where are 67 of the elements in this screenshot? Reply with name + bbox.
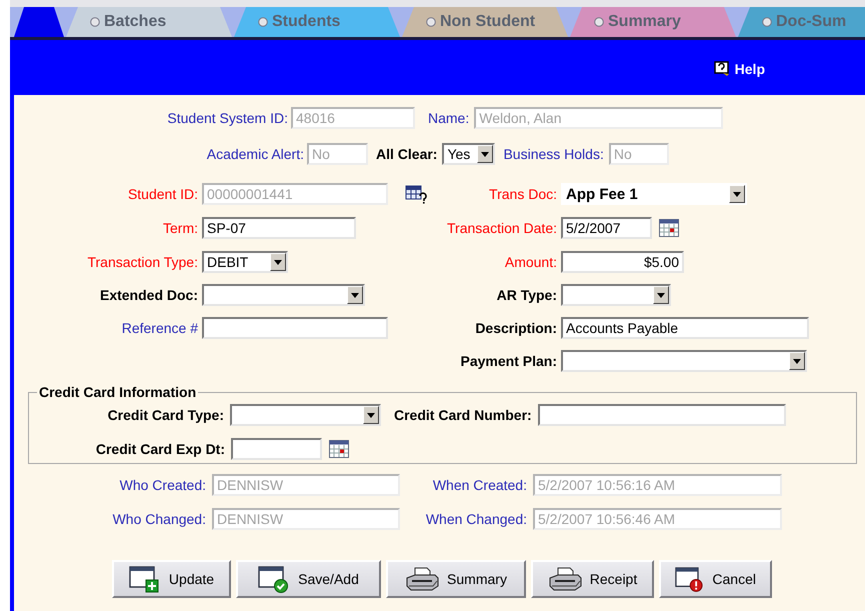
caret-icon (793, 358, 801, 364)
field-label: Description: (474, 320, 557, 336)
caret-icon (657, 292, 665, 298)
caret-icon (351, 292, 359, 298)
bullet-icon (594, 17, 604, 27)
field-label: Trans Doc: (488, 186, 557, 202)
caret-icon (274, 260, 282, 264)
text-field[interactable] (231, 438, 322, 460)
dropdown[interactable]: DEBIT (202, 251, 288, 273)
field-label: AR Type: (496, 287, 557, 303)
printer-icon (405, 566, 440, 592)
field-label: When Changed: (424, 511, 527, 527)
field-label: Student System ID: (166, 110, 288, 126)
field-label: Payment Plan: (460, 353, 557, 369)
field-label: Student ID: (126, 186, 198, 202)
field-label: When Created: (432, 477, 527, 493)
field-label: Term: (162, 220, 198, 236)
field-label: Reference # (120, 320, 198, 336)
text-field[interactable] (538, 404, 786, 426)
caret-icon (733, 192, 741, 196)
action-button[interactable]: Save/Add (236, 560, 381, 598)
calendar-icon[interactable] (329, 440, 349, 458)
calendar-icon[interactable] (659, 219, 679, 237)
tab[interactable]: Non Student (402, 7, 568, 37)
text-field[interactable]: Accounts Payable (561, 317, 809, 339)
bullet-icon (258, 17, 268, 27)
text-field[interactable]: SP-07 (202, 217, 356, 239)
lookup-icon[interactable] (405, 184, 427, 204)
dropdown[interactable]: App Fee 1 (561, 183, 747, 205)
bullet-icon (90, 17, 100, 27)
field-label: All Clear: (376, 146, 438, 162)
printer-icon (548, 566, 582, 592)
field-label: Who Changed: (112, 511, 206, 527)
window-check-icon (258, 565, 290, 593)
text-field[interactable] (202, 317, 388, 339)
dropdown[interactable]: Yes (442, 143, 496, 165)
field-label: Credit Card Number: (394, 407, 532, 423)
field-label: Transaction Date: (446, 220, 557, 236)
text-field[interactable]: 5/2/2007 (561, 217, 652, 239)
field-label: Name: (428, 110, 470, 126)
field-label: Business Holds: (503, 146, 604, 162)
tab[interactable]: Doc-Sum (738, 7, 865, 37)
field-label: Amount: (504, 254, 557, 270)
caret-icon (367, 412, 375, 418)
field-label: Academic Alert: (206, 146, 304, 162)
field-label: Transaction Type: (86, 254, 198, 270)
field-label: Credit Card Type: (106, 407, 224, 423)
action-button[interactable]: Cancel (659, 560, 772, 598)
action-button[interactable]: Summary (386, 560, 526, 598)
help-icon (714, 61, 730, 76)
field-label: Credit Card Exp Dt: (94, 441, 225, 457)
tab[interactable]: Summary (570, 7, 736, 37)
help-link[interactable]: Help (714, 60, 765, 76)
field-label: Extended Doc: (98, 287, 198, 303)
tab[interactable]: Batches (66, 7, 232, 37)
window-alert-icon (675, 565, 704, 593)
dropdown[interactable] (561, 284, 671, 306)
action-button[interactable]: Update (112, 560, 231, 598)
window-plus-icon (128, 565, 161, 593)
bullet-icon (426, 17, 436, 27)
text-field[interactable]: $5.00 (561, 251, 684, 273)
group-title: Credit Card Information (38, 384, 198, 400)
field-label: Who Created: (118, 477, 206, 493)
bullet-icon (762, 17, 772, 27)
caret-icon (481, 152, 490, 156)
action-button[interactable]: Receipt (531, 560, 654, 598)
tab[interactable]: Students (234, 7, 400, 37)
